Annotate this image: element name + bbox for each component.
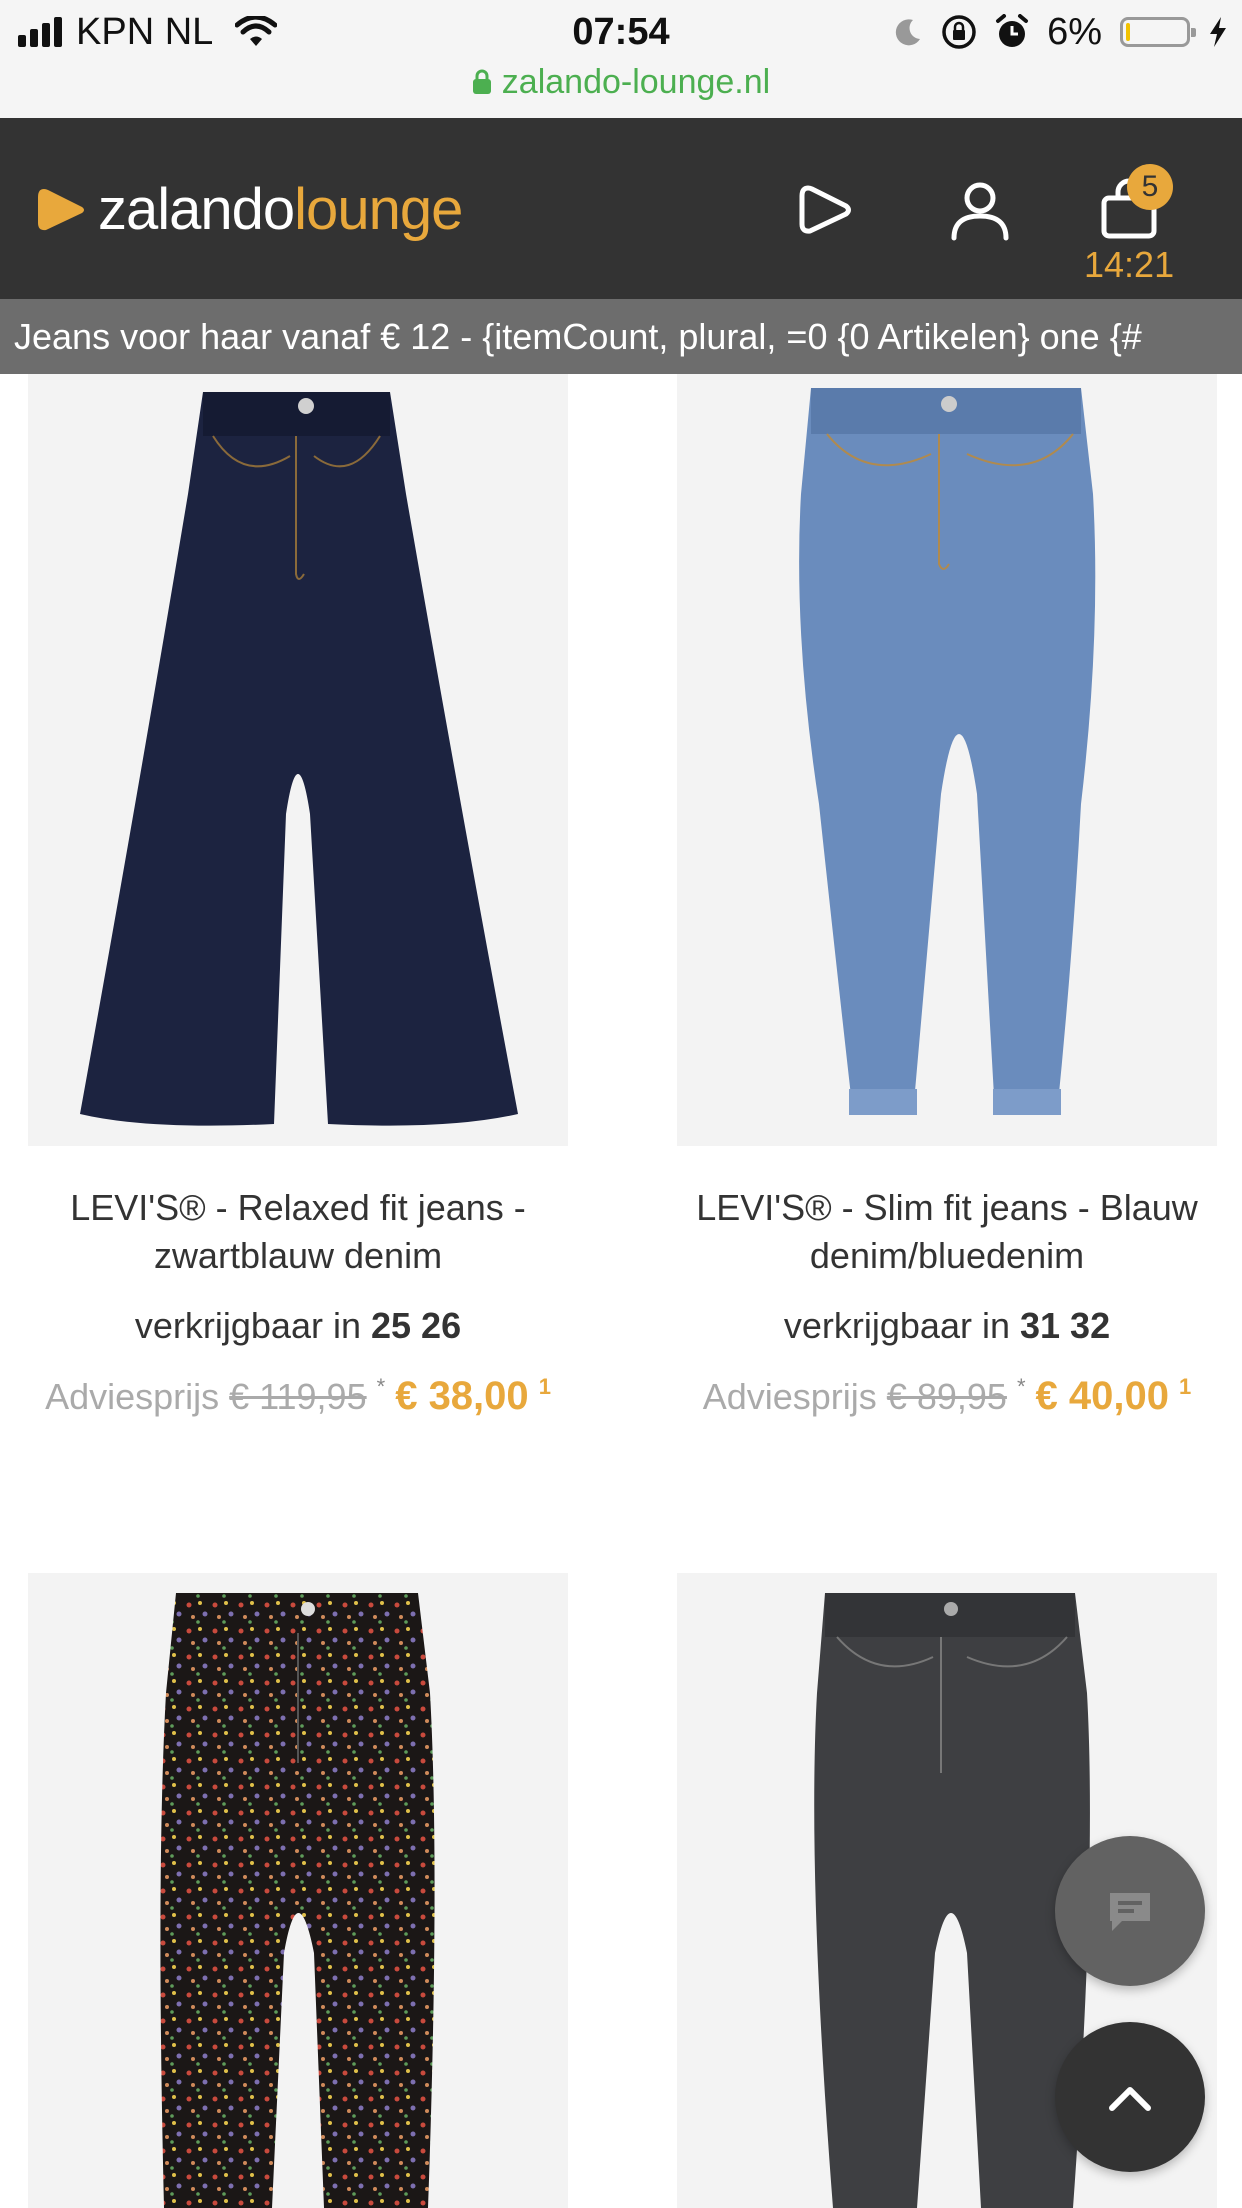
reservation-timer: 14:21	[1084, 244, 1175, 285]
price-label: Adviesprijs	[45, 1376, 220, 1417]
old-price: € 119,95	[229, 1376, 367, 1417]
old-price: € 89,95	[886, 1376, 1007, 1417]
campaign-banner: Jeans voor haar vanaf € 12 - {itemCount,…	[0, 299, 1242, 374]
price-footnote: 1	[538, 1374, 551, 1399]
jeans-floral-image	[160, 1593, 435, 2208]
product-image[interactable]	[28, 1573, 568, 2208]
chat-button[interactable]	[1055, 1836, 1205, 1986]
logo-mark-icon	[38, 188, 84, 230]
new-price: € 38,00	[395, 1374, 529, 1418]
product-image[interactable]	[28, 374, 568, 1146]
logo-text-zalando: zalando	[98, 177, 295, 242]
sizes-values: 31 32	[1020, 1305, 1111, 1346]
product-price: Adviesprijs € 119,95 * € 38,00 1	[28, 1374, 568, 1419]
sizes-values: 25 26	[371, 1305, 462, 1346]
price-label: Adviesprijs	[702, 1376, 877, 1417]
product-sizes: verkrijgbaar in 31 32	[677, 1305, 1217, 1347]
price-footnote: 1	[1179, 1374, 1192, 1399]
url-bar[interactable]: zalando-lounge.nl	[0, 58, 1242, 106]
play-icon[interactable]	[796, 180, 856, 240]
chat-icon	[1110, 1893, 1150, 1931]
old-price-marker: *	[1016, 1374, 1026, 1399]
battery-percent: 6%	[1047, 10, 1102, 53]
alarm-icon	[996, 14, 1029, 47]
site-header: zalandolounge 5 14:21	[0, 118, 1242, 299]
battery-level	[1126, 23, 1130, 41]
new-price: € 40,00	[1035, 1374, 1169, 1418]
scroll-to-top-button[interactable]	[1055, 2022, 1205, 2172]
product-name[interactable]: LEVI'S® - Slim fit jeans - Blauw denim/b…	[677, 1184, 1217, 1280]
product-name[interactable]: LEVI'S® - Relaxed fit jeans - zwartblauw…	[28, 1184, 568, 1280]
lock-icon	[472, 69, 491, 94]
product-price: Adviesprijs € 89,95 * € 40,00 1	[677, 1374, 1217, 1419]
battery-icon	[1120, 17, 1196, 47]
jeans-wide-leg-image	[80, 392, 518, 1126]
url-text[interactable]: zalando-lounge.nl	[502, 63, 770, 102]
product-image[interactable]	[677, 374, 1217, 1146]
zalando-lounge-logo[interactable]: zalandolounge	[34, 176, 463, 243]
moon-icon	[895, 19, 921, 46]
product-sizes: verkrijgbaar in 25 26	[28, 1305, 568, 1347]
sizes-prefix: verkrijgbaar in	[134, 1305, 361, 1346]
user-icon[interactable]	[948, 178, 1012, 242]
chevron-up-icon	[1109, 2087, 1151, 2111]
campaign-title: Jeans voor haar vanaf € 12 - {itemCount,…	[14, 316, 1142, 357]
logo-text-lounge: lounge	[294, 177, 463, 242]
old-price-marker: *	[376, 1374, 386, 1399]
status-bar: KPN NL 07:54 6% zalando-lounge.nl	[0, 0, 1242, 118]
charging-icon	[1210, 17, 1226, 47]
sizes-prefix: verkrijgbaar in	[783, 1305, 1010, 1346]
status-right: 6%	[893, 8, 1228, 56]
cart-count-badge: 5	[1127, 164, 1173, 210]
logo-text: zalandolounge	[98, 176, 463, 243]
rotation-lock-icon	[942, 15, 976, 49]
jeans-mom-fit-image	[799, 388, 1096, 1115]
